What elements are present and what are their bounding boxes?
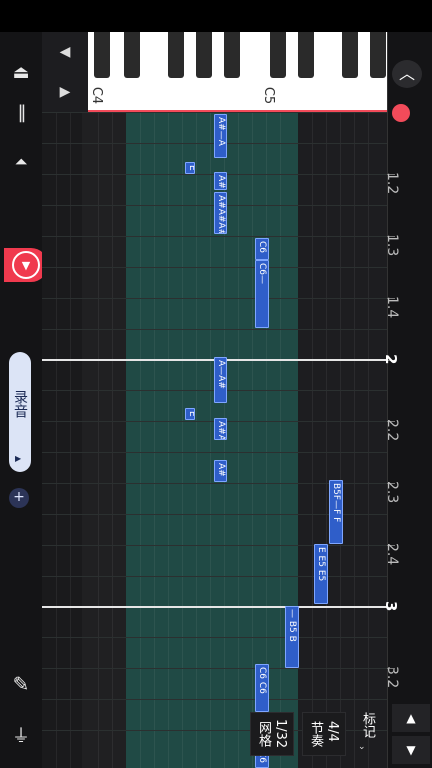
piano-black-key[interactable] — [298, 32, 314, 78]
midi-note[interactable]: A#A# — [214, 172, 227, 190]
midi-note[interactable]: A#A# — [214, 418, 227, 440]
piano-black-key[interactable] — [370, 32, 386, 78]
grid-value: 1/32 — [273, 719, 288, 749]
play-button[interactable]: ▶ — [42, 72, 88, 113]
midi-note[interactable]: A# — [214, 460, 227, 482]
scroll-down-button[interactable]: ▼ — [392, 736, 430, 764]
record-label: 录音 — [12, 390, 28, 418]
octave-label: C5 — [261, 86, 277, 105]
timeline-bar-label: 3 — [382, 601, 400, 612]
expand-icon: ▶ — [15, 454, 22, 463]
tempo-icon[interactable]: ⏶ — [0, 152, 42, 172]
piano-black-key[interactable] — [224, 32, 240, 78]
octave-label: C4 — [89, 86, 105, 105]
timeline-ruler[interactable] — [387, 32, 432, 768]
down-arrow-icon: ▼ — [21, 258, 31, 272]
active-range-band — [126, 112, 298, 768]
piano-black-key[interactable] — [342, 32, 358, 78]
grid-label: 网格 — [256, 721, 271, 747]
midi-note[interactable]: E E5 E5 — [314, 544, 328, 604]
timeline-tick-label: 2.2 — [384, 419, 400, 442]
midi-note[interactable]: C6 — [255, 238, 269, 260]
timeline-tick-label: 1.3 — [384, 234, 400, 257]
piano-black-key[interactable] — [196, 32, 212, 78]
midi-note[interactable]: A#—A — [214, 114, 227, 158]
piano-black-key[interactable] — [124, 32, 140, 78]
grid-selector[interactable]: 1/32 网格 — [250, 712, 294, 756]
scroll-up-button[interactable]: ▲ — [392, 704, 430, 732]
midi-note[interactable]: B5F—F F — [329, 480, 343, 544]
midi-note[interactable]: E — [185, 162, 195, 174]
piano-black-key[interactable] — [94, 32, 110, 78]
timeline-tick-label: 1.2 — [384, 172, 400, 195]
pencil-icon[interactable]: ✎ — [0, 672, 42, 696]
midi-note-long[interactable]: C6— — [255, 260, 269, 328]
midi-note[interactable]: C6 C6 — [255, 664, 269, 712]
timeline-tick-label: 3.2 — [384, 666, 400, 689]
timeline-tick-label: 2.3 — [384, 481, 400, 504]
equalizer-icon[interactable]: ‖ — [0, 102, 42, 123]
timeline-tick-label: 1.4 — [384, 296, 400, 319]
time-signature-value: 4/4 — [325, 721, 340, 742]
midi-note[interactable]: — B5 B — [285, 606, 299, 668]
left-toolbar: ⏏ ‖ ⏶ ▼ 录音 ▶ + ✎ ⏚ — [0, 32, 48, 768]
piano-black-key[interactable] — [270, 32, 286, 78]
record-panel[interactable]: 录音 ▶ — [9, 352, 31, 472]
marker-button[interactable]: 标记 — [358, 712, 377, 738]
piano-roll-grid[interactable]: A#—A E A#A# A#A#A# C6 C6— A—A# E A#A# A#… — [42, 112, 387, 768]
add-track-button[interactable]: + — [9, 488, 29, 508]
time-signature-label: 节奏 — [308, 721, 323, 747]
time-signature-selector[interactable]: 4/4 节奏 — [302, 712, 346, 756]
midi-note[interactable]: A#A#A# — [214, 192, 227, 234]
collapse-button[interactable]: ︿ — [392, 60, 422, 88]
playhead-handle[interactable] — [392, 104, 410, 122]
midi-note[interactable]: A—A# — [214, 357, 227, 403]
timeline-tick-label: 2.4 — [384, 543, 400, 566]
export-icon[interactable]: ⏚ — [0, 722, 42, 748]
status-bar — [0, 0, 432, 32]
timeline-bar-label: 2 — [382, 354, 400, 365]
metronome-icon[interactable]: ⏏ — [0, 62, 42, 83]
midi-note[interactable]: E — [185, 408, 195, 420]
marker-dropdown-icon: ⌄ — [358, 742, 366, 752]
piano-black-key[interactable] — [168, 32, 184, 78]
scroll-left-button[interactable]: ◀ — [42, 32, 88, 73]
